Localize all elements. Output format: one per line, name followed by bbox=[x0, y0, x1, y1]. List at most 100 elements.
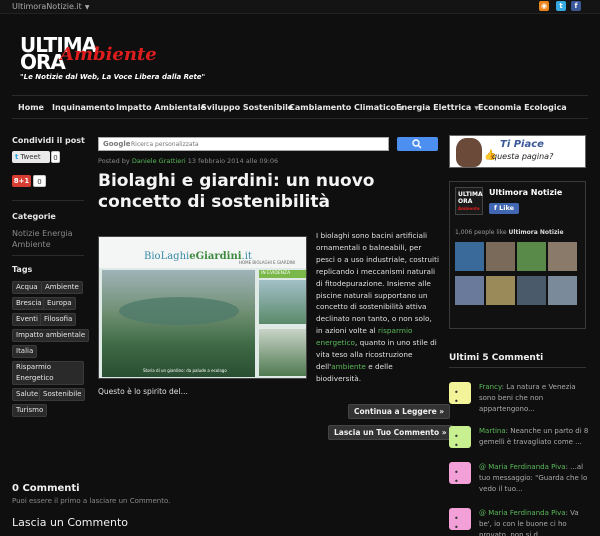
avatar: • • bbox=[449, 508, 471, 532]
fb-people-count: 1,006 people like Ultimora Notizie bbox=[455, 229, 564, 236]
twitter-bird-icon: t bbox=[15, 153, 19, 161]
tag-sostenibile[interactable]: Sostenibile bbox=[39, 388, 86, 401]
site-switcher[interactable]: UltimoraNotizie.it ▼ bbox=[12, 2, 89, 11]
like-banner[interactable]: 👍 Ti Piace questa pagina? bbox=[449, 135, 586, 168]
fb-fan-avatar[interactable] bbox=[548, 242, 577, 271]
nav-cambiamento-climatico[interactable]: Cambiamento Climatico ▼ bbox=[289, 103, 404, 112]
nav-label: Sviluppo Sostenibile bbox=[201, 103, 294, 112]
image-caption: Storia di un giardino: da palude a ecola… bbox=[143, 368, 227, 373]
tag-acqua[interactable]: Acqua bbox=[12, 281, 42, 294]
logo-tagline: "Le Notizie dal Web, La Voce Libera dall… bbox=[20, 73, 206, 81]
tag-filosofia[interactable]: Filosofia bbox=[40, 313, 77, 326]
nav-home[interactable]: Home bbox=[18, 103, 44, 112]
search-icon bbox=[412, 139, 422, 149]
nav-economia-ecologica[interactable]: Economia Ecologica bbox=[478, 103, 567, 112]
fb-fan-avatar[interactable] bbox=[455, 276, 484, 305]
fb-like-button[interactable]: f Like bbox=[489, 203, 519, 214]
tweet-button[interactable]: t Tweet bbox=[12, 151, 50, 163]
post-date: 13 febbraio 2014 alle 09:06 bbox=[187, 157, 279, 165]
nav-sviluppo-sostenibile[interactable]: Sviluppo Sostenibile bbox=[201, 103, 293, 112]
recent-comment-text: Francy: La natura e Venezia sono beni ch… bbox=[479, 382, 589, 415]
banner-person bbox=[456, 138, 482, 167]
nav-label: Energia Elettrica bbox=[396, 103, 472, 112]
avatar: • • bbox=[449, 382, 471, 406]
search-field[interactable]: Google bbox=[98, 137, 389, 151]
tag-eventi[interactable]: Eventi bbox=[12, 313, 42, 326]
tag-ambiente[interactable]: Ambiente bbox=[41, 281, 83, 294]
categories-heading: Categorie bbox=[12, 212, 56, 221]
leave-comment-button[interactable]: Lascia un Tuo Commento » bbox=[328, 425, 453, 440]
chevron-down-icon: ▼ bbox=[84, 4, 90, 11]
fb-fan-avatar[interactable] bbox=[548, 276, 577, 305]
fb-fan-avatar[interactable] bbox=[486, 242, 515, 271]
nav-inquinamento[interactable]: Inquinamento bbox=[52, 103, 115, 112]
image-pond bbox=[119, 297, 239, 325]
image-brand: BioLaghieGiardini.it bbox=[144, 251, 252, 262]
nav-label: Home bbox=[18, 103, 44, 112]
recent-comments-heading: Ultimi 5 Commenti bbox=[449, 353, 544, 363]
gplus-button[interactable]: 8+1 bbox=[12, 175, 31, 187]
leave-comment-heading: Lascia un Commento bbox=[12, 516, 129, 529]
fb-page-name[interactable]: Ultimora Notizie bbox=[489, 188, 562, 197]
fb-fan-avatar[interactable] bbox=[517, 242, 546, 271]
image-thumb-2 bbox=[259, 329, 306, 376]
comment-author-link[interactable]: Martina bbox=[479, 427, 506, 435]
site-logo[interactable]: ULTIMA ORA Ambiente "Le Notizie dal Web,… bbox=[20, 33, 205, 89]
rss-icon[interactable]: ◉ bbox=[539, 1, 549, 11]
image-thumb-1 bbox=[259, 280, 306, 324]
read-more-button[interactable]: Continua a Leggere » bbox=[348, 404, 451, 419]
twitter-icon[interactable]: t bbox=[556, 1, 566, 11]
recent-comment-text: @ Maria Ferdinanda Piva: Va be', io con … bbox=[479, 508, 589, 536]
tag-impatto-ambientale[interactable]: Impatto ambientale bbox=[12, 329, 90, 342]
post-meta: Posted by Daniele Grattieri 13 febbraio … bbox=[98, 157, 278, 165]
nav-label: Cambiamento Climatico bbox=[289, 103, 396, 112]
fb-like-label: Like bbox=[499, 204, 515, 212]
main-nav: Home Inquinamento Impatto Ambientale Svi… bbox=[12, 95, 588, 119]
tag-brescia[interactable]: Brescia bbox=[12, 297, 46, 310]
search-button[interactable] bbox=[397, 137, 438, 151]
sidebar-divider bbox=[12, 200, 84, 201]
search-input[interactable] bbox=[131, 139, 381, 149]
comments-sub: Puoi essere il primo a lasciare un Comme… bbox=[12, 497, 171, 505]
fb-fan-avatar[interactable] bbox=[486, 276, 515, 305]
nav-energia-elettrica[interactable]: Energia Elettrica ▼ bbox=[396, 103, 479, 112]
nav-label: Impatto Ambientale bbox=[116, 103, 206, 112]
post-title[interactable]: Biolaghi e giardini: un nuovo concetto d… bbox=[98, 171, 438, 213]
site-switcher-label: UltimoraNotizie.it bbox=[12, 2, 82, 11]
post-image[interactable]: BioLaghieGiardini.it HOME BIOLAGHI E GIA… bbox=[98, 236, 307, 379]
tag-europa[interactable]: Europa bbox=[43, 297, 76, 310]
tags-heading: Tags bbox=[12, 265, 33, 274]
tag-risparmio-energetico[interactable]: Risparmio Energetico bbox=[12, 361, 84, 385]
tag-salute[interactable]: Salute bbox=[12, 388, 43, 401]
fb-page: Ultimora Notizie bbox=[508, 229, 564, 236]
fb-logo-b: ORA bbox=[458, 198, 473, 205]
avatar: • • bbox=[449, 462, 471, 486]
fb-logo-c: Ambiente bbox=[458, 206, 480, 211]
facebook-like-box: ULTIMA ORA Ambiente Ultimora Notizie f Lik… bbox=[449, 181, 586, 329]
link-ambiente[interactable]: ambiente bbox=[331, 362, 366, 371]
nav-label: Economia Ecologica bbox=[478, 103, 567, 112]
recent-divider bbox=[449, 367, 586, 368]
post-author-link[interactable]: Daniele Grattieri bbox=[132, 157, 186, 165]
tag-italia[interactable]: Italia bbox=[12, 345, 38, 358]
avatar: • • bbox=[449, 426, 471, 450]
comment-author-link[interactable]: @ Maria Ferdinanda Piva bbox=[479, 509, 566, 517]
comment-author-link[interactable]: Francy bbox=[479, 383, 502, 391]
fb-fan-avatar[interactable] bbox=[455, 242, 484, 271]
gplus-count: 0 bbox=[33, 175, 46, 187]
tag-turismo[interactable]: Turismo bbox=[12, 404, 48, 417]
comment-author-link[interactable]: @ Maria Ferdinanda Piva bbox=[479, 463, 566, 471]
nav-label: Inquinamento bbox=[52, 103, 115, 112]
fb-logo-a: ULTIMA bbox=[458, 191, 483, 198]
recent-comment-text: Martina: Neanche un parto di 8 gemelli è… bbox=[479, 426, 589, 448]
post-excerpt: I biolaghi sono bacini artificiali ornam… bbox=[316, 230, 440, 385]
facebook-icon[interactable]: f bbox=[571, 1, 581, 11]
tweet-count: 0 bbox=[51, 151, 60, 163]
fb-fan-avatar[interactable] bbox=[517, 276, 546, 305]
sidebar-divider bbox=[12, 255, 84, 256]
category-link[interactable]: Notizie Energia Ambiente bbox=[12, 228, 92, 250]
brand-a: BioLaghi bbox=[144, 251, 190, 262]
fb-page-logo[interactable]: ULTIMA ORA Ambiente bbox=[455, 187, 483, 215]
fb-faces-grid bbox=[455, 242, 581, 310]
nav-impatto-ambientale[interactable]: Impatto Ambientale bbox=[116, 103, 206, 112]
